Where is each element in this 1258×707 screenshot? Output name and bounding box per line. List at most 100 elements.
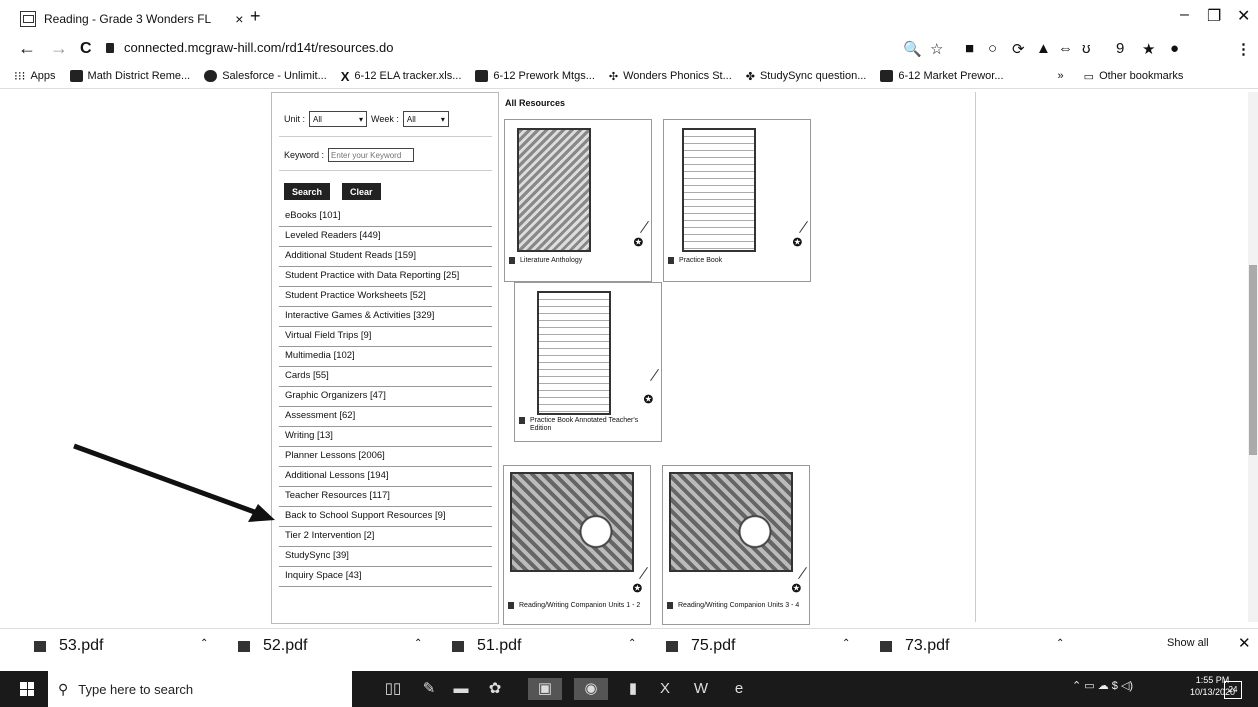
bookmark-star-icon[interactable]: ☆	[930, 40, 943, 58]
pen-app-icon[interactable]: ✎	[418, 678, 440, 700]
taskbar-search-box[interactable]: ⚲ Type here to search	[48, 671, 352, 707]
zoom-search-icon[interactable]: 🔍	[903, 40, 922, 58]
unit-select[interactable]: All ▾	[309, 111, 368, 127]
windows-start-icon[interactable]	[20, 682, 34, 696]
category-item[interactable]: Leveled Readers [449]	[279, 227, 492, 247]
word-icon[interactable]: W	[690, 678, 712, 700]
resource-card[interactable]: ✪ Reading/Writing Companion Units 3 - 4	[662, 465, 810, 625]
extension-icon-1[interactable]: ■	[965, 40, 974, 57]
category-item[interactable]: Planner Lessons [2006]	[279, 447, 492, 467]
bookmark-apps[interactable]: ⁝⁝⁝ Apps	[14, 69, 56, 83]
extension-icon-4[interactable]: ▲	[1036, 40, 1051, 57]
scrollbar-thumb[interactable]	[1249, 265, 1257, 455]
extension-icon-7[interactable]: 9	[1116, 40, 1124, 57]
profile-avatar-icon[interactable]: ●	[1170, 40, 1179, 57]
download-item[interactable]: 51.pdf	[452, 637, 521, 655]
search-button[interactable]: Search	[284, 183, 331, 200]
extension-icon-6[interactable]: ʊ	[1082, 40, 1091, 57]
edit-pencil-icon[interactable]	[799, 220, 808, 234]
edit-pencil-icon[interactable]	[798, 566, 807, 580]
extension-icon-2[interactable]: ○	[988, 40, 997, 57]
book-icon	[519, 417, 525, 424]
category-item-teacher-resources[interactable]: Teacher Resources [117]	[279, 487, 492, 507]
category-item[interactable]: Graphic Organizers [47]	[279, 387, 492, 407]
notifications-button[interactable]: 24	[1224, 681, 1242, 699]
edit-pencil-icon[interactable]	[640, 220, 649, 234]
task-view-icon[interactable]: ▯▯	[382, 678, 404, 700]
minimize-button[interactable]: –	[1180, 6, 1189, 24]
chrome-icon[interactable]: ◉	[574, 678, 608, 700]
chevron-up-icon[interactable]: ⌃	[628, 638, 636, 649]
category-item[interactable]: Multimedia [102]	[279, 347, 492, 367]
bookmark-item[interactable]: Math District Reme...	[69, 70, 190, 82]
download-item[interactable]: 73.pdf	[880, 637, 949, 655]
bookmark-item[interactable]: Salesforce - Unlimit...	[204, 70, 327, 82]
bookmarks-overflow-button[interactable]: »	[1058, 70, 1064, 82]
excel-icon[interactable]: X	[654, 678, 676, 700]
category-item[interactable]: Assessment [62]	[279, 407, 492, 427]
reload-button[interactable]: C	[80, 40, 92, 58]
category-item[interactable]: eBooks [101]	[279, 207, 492, 227]
bookmark-item[interactable]: ✣ Wonders Phonics St...	[609, 70, 732, 83]
system-tray-icons[interactable]: ⌃ ▭ ☁ $ ◁)	[1072, 679, 1133, 692]
url-field[interactable]: connected.mcgraw-hill.com/rd14t/resource…	[106, 40, 394, 55]
maximize-button[interactable]: ❐	[1207, 6, 1221, 26]
close-window-button[interactable]: ✕	[1237, 6, 1250, 26]
bookmark-item[interactable]: ✤ StudySync question...	[746, 70, 867, 83]
chevron-up-icon[interactable]: ⌃	[200, 638, 208, 649]
settings-gear-icon[interactable]: ✪	[644, 393, 653, 406]
other-bookmarks[interactable]: ▭ Other bookmarks	[1084, 70, 1184, 83]
week-select[interactable]: All ▾	[402, 111, 449, 127]
category-item[interactable]: Virtual Field Trips [9]	[279, 327, 492, 347]
resource-card[interactable]: ✪ Practice Book	[663, 119, 811, 282]
tab-close-button[interactable]: ×	[235, 11, 243, 27]
new-tab-button[interactable]: +	[250, 6, 261, 27]
keyword-input[interactable]	[328, 148, 415, 162]
bookmark-item[interactable]: 6-12 Market Prewor...	[880, 70, 1004, 82]
settings-gear-icon[interactable]: ✪	[634, 236, 643, 249]
settings-gear-icon[interactable]: ✪	[792, 582, 801, 595]
category-item[interactable]: Cards [55]	[279, 367, 492, 387]
bookmark-item[interactable]: X 6-12 ELA tracker.xls...	[341, 69, 462, 84]
settings-gear-icon[interactable]: ✪	[793, 236, 802, 249]
show-all-downloads-button[interactable]: Show all	[1167, 637, 1209, 649]
browser-menu-icon[interactable]: ⋮	[1236, 40, 1251, 58]
browser-tab[interactable]: Reading - Grade 3 Wonders FL ×	[20, 6, 260, 32]
resource-card[interactable]: ✪ Reading/Writing Companion Units 1 - 2	[503, 465, 651, 625]
category-item[interactable]: Back to School Support Resources [9]	[279, 507, 492, 527]
extension-icon-5[interactable]: ⇔	[1058, 40, 1073, 57]
file-explorer-icon[interactable]: ▬	[450, 678, 472, 700]
extensions-puzzle-icon[interactable]: ★	[1142, 40, 1155, 58]
edit-pencil-icon[interactable]	[650, 368, 659, 382]
bookmark-item[interactable]: 6-12 Prework Mtgs...	[475, 70, 595, 82]
category-item[interactable]: Student Practice Worksheets [52]	[279, 287, 492, 307]
app-icon[interactable]: ✿	[484, 678, 506, 700]
forward-button[interactable]: →	[50, 38, 68, 59]
download-item[interactable]: 75.pdf	[666, 637, 735, 655]
resource-card[interactable]: ✪ Literature Anthology	[504, 119, 652, 282]
resource-card[interactable]: ✪ Practice Book Annotated Teacher's Edit…	[514, 282, 662, 442]
category-item[interactable]: Additional Lessons [194]	[279, 467, 492, 487]
clear-button[interactable]: Clear	[342, 183, 381, 200]
close-downloads-button[interactable]: ✕	[1238, 634, 1251, 652]
download-item[interactable]: 52.pdf	[238, 637, 307, 655]
bookmark-label: Wonders Phonics St...	[623, 70, 732, 82]
edge-icon[interactable]: e	[728, 678, 750, 700]
category-item[interactable]: Interactive Games & Activities [329]	[279, 307, 492, 327]
outlook-icon[interactable]: ▣	[528, 678, 562, 700]
category-item[interactable]: Inquiry Space [43]	[279, 567, 492, 587]
back-button[interactable]: ←	[18, 38, 36, 59]
chevron-up-icon[interactable]: ⌃	[414, 638, 422, 649]
category-item[interactable]: Writing [13]	[279, 427, 492, 447]
category-item[interactable]: Student Practice with Data Reporting [25…	[279, 267, 492, 287]
app-icon[interactable]: ▮	[622, 678, 644, 700]
edit-pencil-icon[interactable]	[639, 566, 648, 580]
chevron-up-icon[interactable]: ⌃	[842, 638, 850, 649]
download-item[interactable]: 53.pdf	[34, 637, 103, 655]
category-item[interactable]: Additional Student Reads [159]	[279, 247, 492, 267]
chevron-up-icon[interactable]: ⌃	[1056, 638, 1064, 649]
category-item[interactable]: StudySync [39]	[279, 547, 492, 567]
settings-gear-icon[interactable]: ✪	[633, 582, 642, 595]
category-item[interactable]: Tier 2 Intervention [2]	[279, 527, 492, 547]
extension-icon-3[interactable]: ⟳	[1012, 40, 1025, 58]
